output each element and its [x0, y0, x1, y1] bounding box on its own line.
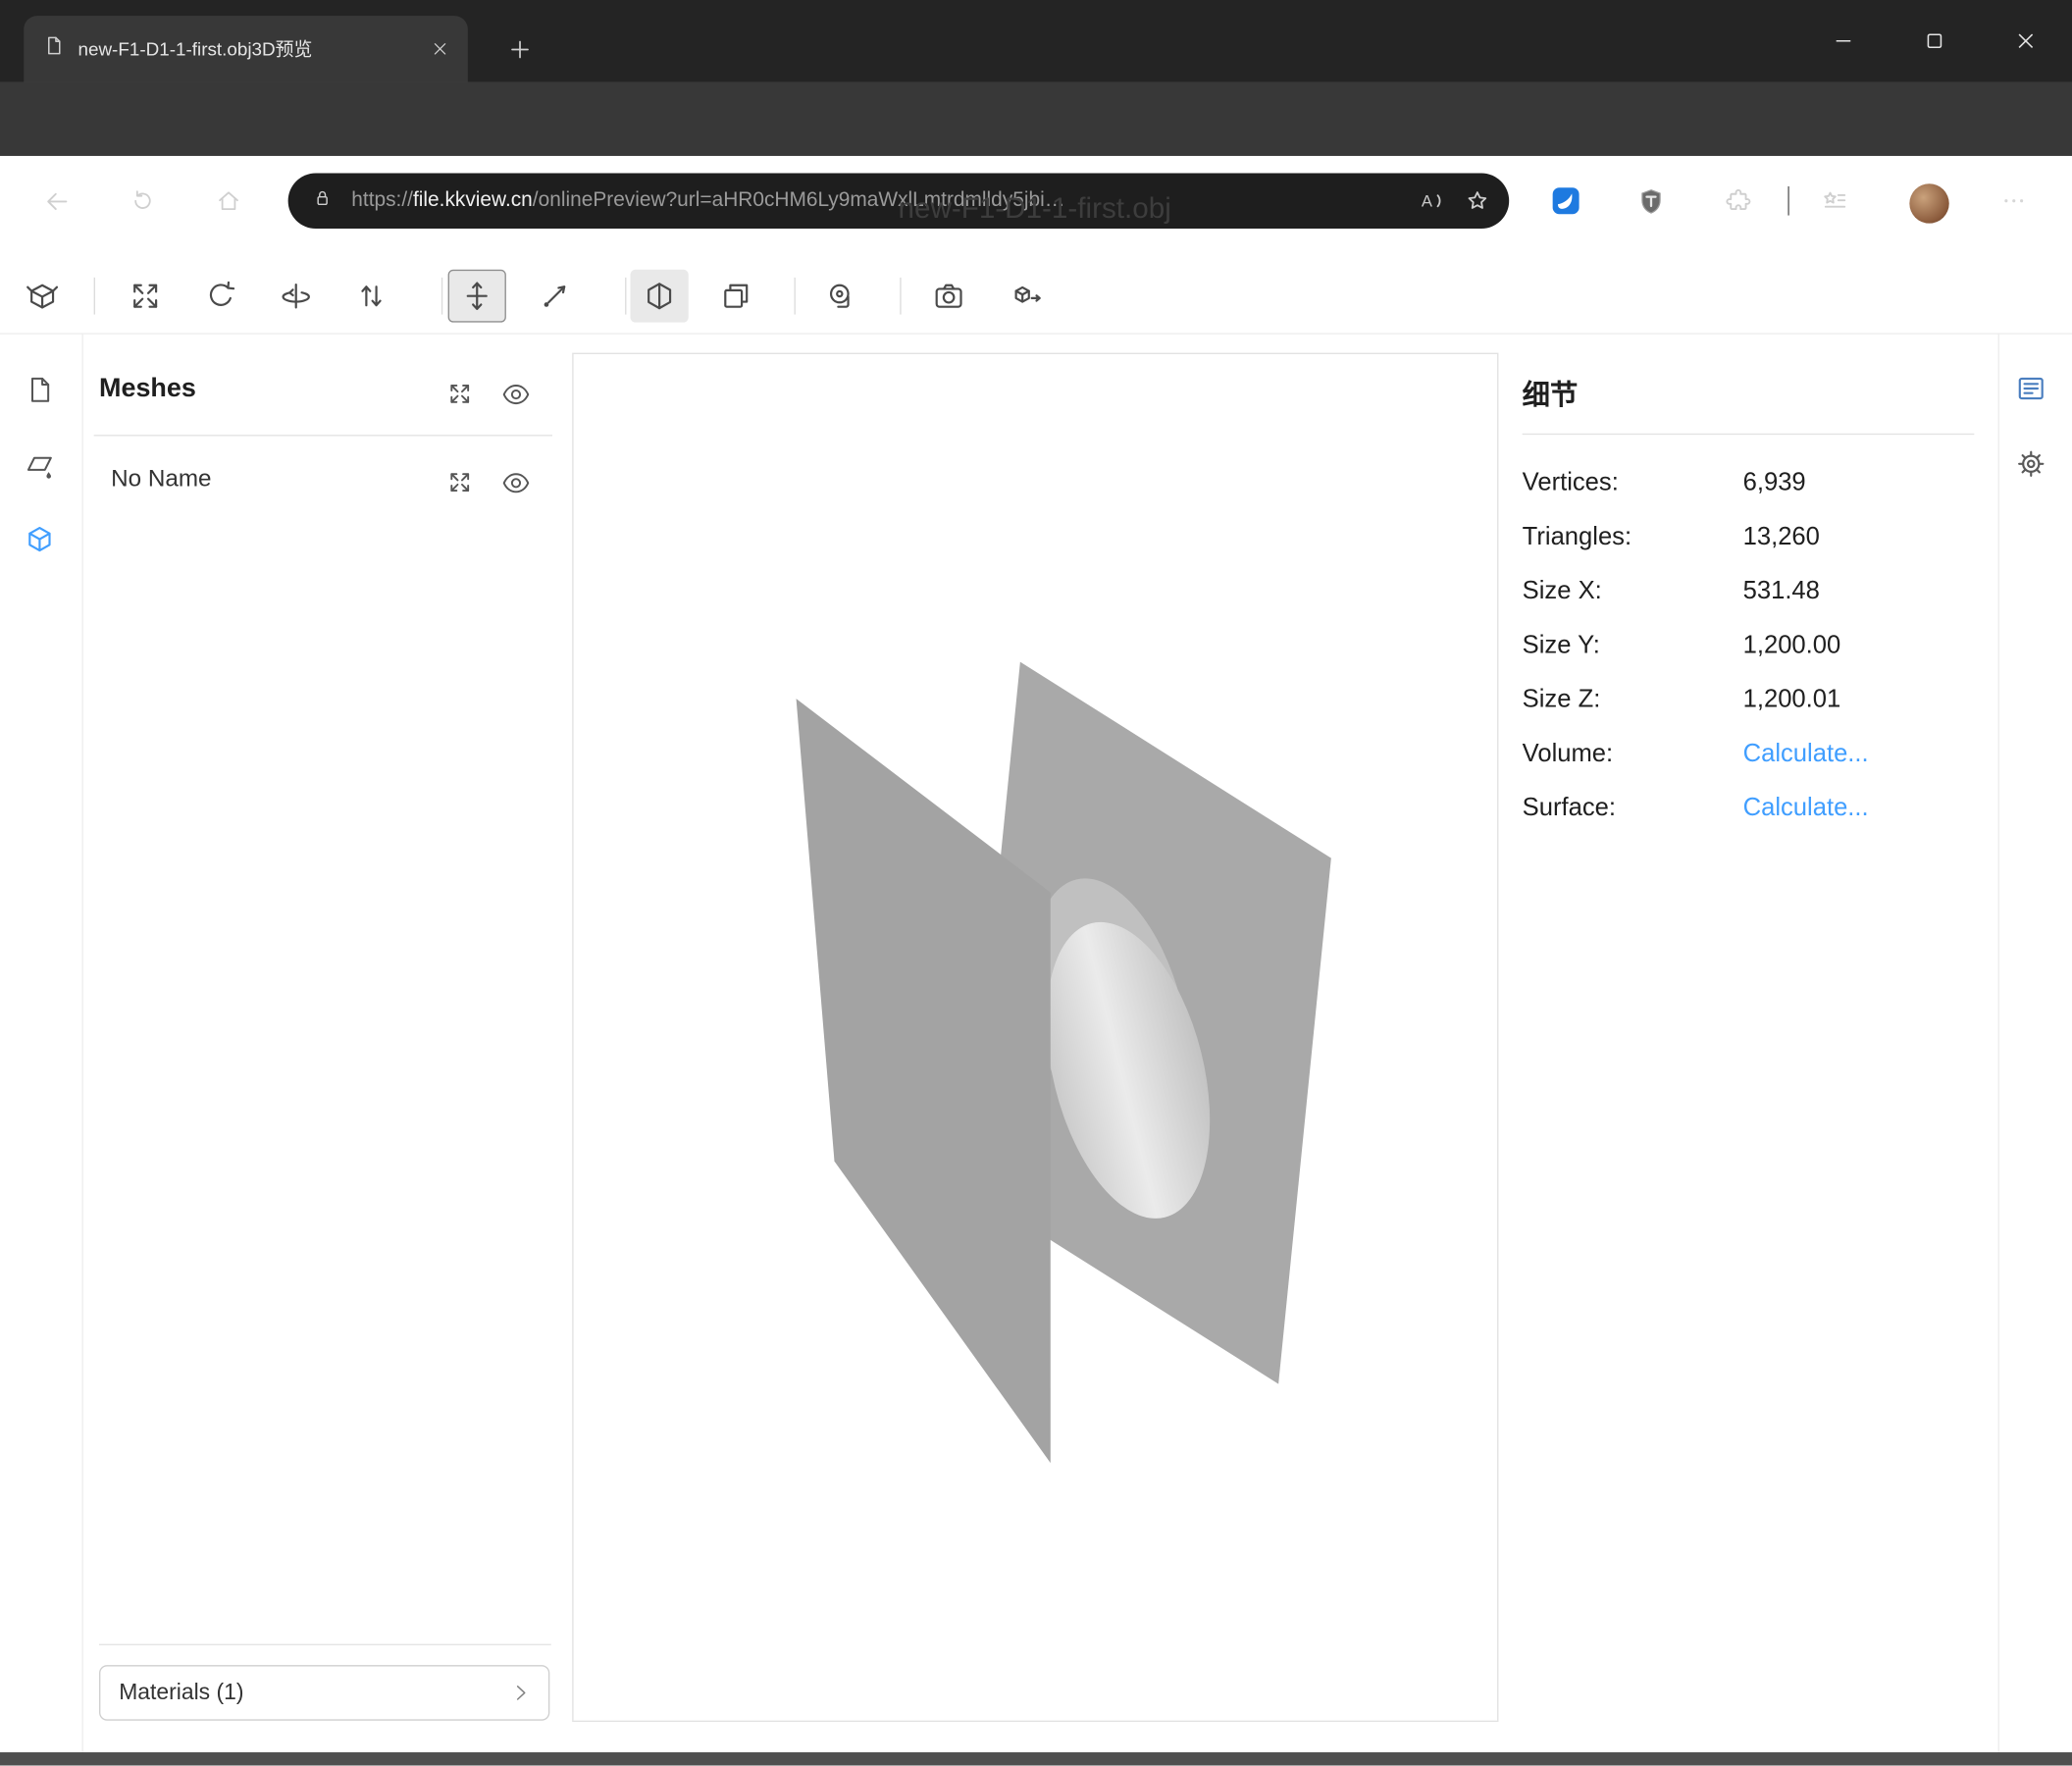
- details-header-divider: [1523, 434, 1975, 435]
- details-label: Volume:: [1523, 740, 1743, 769]
- toolbar-separator: [625, 278, 626, 315]
- details-label: Size Y:: [1523, 631, 1743, 660]
- screenshot-camera-icon[interactable]: [919, 270, 977, 323]
- measure-line-icon[interactable]: [526, 270, 584, 323]
- details-label: Surface:: [1523, 794, 1743, 823]
- details-label: Size Z:: [1523, 685, 1743, 714]
- title-bar: new-F1-D1-1-first.obj3D预览: [0, 0, 2072, 82]
- toolbar-divider: [0, 333, 2072, 334]
- materials-label: Materials (1): [119, 1680, 508, 1706]
- materials-divider: [99, 1644, 551, 1645]
- meshes-cube-icon[interactable]: [16, 515, 63, 562]
- details-row-volume: Volume: Calculate...: [1523, 727, 1975, 781]
- details-label: Triangles:: [1523, 523, 1743, 552]
- shaded-view-icon[interactable]: [630, 270, 688, 323]
- tab-title: new-F1-D1-1-first.obj3D预览: [78, 35, 423, 62]
- meshes-visibility-eye-icon[interactable]: [499, 378, 531, 409]
- details-row-surface: Surface: Calculate...: [1523, 781, 1975, 835]
- open-model-icon[interactable]: [13, 270, 71, 323]
- mesh-item-fit-icon[interactable]: [444, 466, 476, 497]
- details-value: 531.48: [1743, 577, 1820, 606]
- details-value: 13,260: [1743, 523, 1820, 552]
- page-title: new-F1-D1-1-first.obj: [0, 191, 2069, 226]
- toolbar-separator: [795, 278, 796, 315]
- window-maximize-button[interactable]: [1904, 11, 1965, 72]
- fit-view-icon[interactable]: [117, 270, 175, 323]
- mesh-item-eye-icon[interactable]: [499, 466, 531, 497]
- rotate-icon[interactable]: [191, 270, 249, 323]
- 3d-viewport[interactable]: [572, 353, 1498, 1722]
- toolbar-separator: [94, 278, 95, 315]
- materials-swatch-icon[interactable]: [16, 442, 63, 489]
- export-model-icon[interactable]: [998, 270, 1056, 323]
- meshes-fit-icon[interactable]: [444, 378, 476, 409]
- browser-tab[interactable]: new-F1-D1-1-first.obj3D预览: [24, 16, 468, 81]
- details-panel-toggle-icon[interactable]: [2008, 366, 2053, 411]
- details-label: Vertices:: [1523, 468, 1743, 497]
- meshes-header: Meshes: [99, 374, 196, 404]
- details-row-vertices: Vertices: 6,939: [1523, 456, 1975, 510]
- bottom-status-bar: [0, 1752, 2072, 1765]
- page-favicon-icon: [42, 34, 65, 64]
- details-header: 细节: [1523, 374, 1579, 413]
- calculate-volume-link[interactable]: Calculate...: [1743, 740, 1869, 769]
- window-minimize-button[interactable]: [1813, 11, 1874, 72]
- left-rail-divider: [82, 333, 83, 1752]
- browser-window: new-F1-D1-1-first.obj3D预览: [0, 0, 2072, 1766]
- details-row-size-x: Size X: 531.48: [1523, 564, 1975, 618]
- rotate-axis-icon[interactable]: [267, 270, 325, 323]
- 3d-model-render: [574, 354, 1498, 1721]
- materials-button[interactable]: Materials (1): [99, 1665, 549, 1721]
- meshes-header-divider: [94, 435, 552, 436]
- details-rows: Vertices: 6,939 Triangles: 13,260 Size X…: [1523, 456, 1975, 836]
- calculate-surface-link[interactable]: Calculate...: [1743, 794, 1869, 823]
- details-row-size-z: Size Z: 1,200.01: [1523, 673, 1975, 727]
- wireframe-view-icon[interactable]: [707, 270, 765, 323]
- tape-measure-icon[interactable]: [812, 270, 870, 323]
- toolbar-separator: [441, 278, 442, 315]
- details-row-size-y: Size Y: 1,200.00: [1523, 618, 1975, 672]
- toolbar-separator: [900, 278, 901, 315]
- window-close-button[interactable]: [1995, 11, 2056, 72]
- move-axis-icon[interactable]: [448, 270, 506, 323]
- details-value: 6,939: [1743, 468, 1806, 497]
- details-label: Size X:: [1523, 577, 1743, 606]
- tab-close-icon[interactable]: [423, 31, 457, 66]
- new-tab-button[interactable]: [500, 30, 538, 68]
- details-value: 1,200.01: [1743, 685, 1841, 714]
- details-row-triangles: Triangles: 13,260: [1523, 510, 1975, 564]
- flip-vertical-icon[interactable]: [342, 270, 400, 323]
- mesh-list-item[interactable]: No Name: [111, 465, 211, 493]
- settings-gear-icon[interactable]: [2008, 442, 2053, 487]
- file-info-icon[interactable]: [16, 366, 63, 413]
- details-value: 1,200.00: [1743, 631, 1841, 660]
- navigation-bar: https://file.kkview.cn/onlinePreview?url…: [0, 82, 2072, 156]
- right-rail-divider: [1998, 333, 1999, 1752]
